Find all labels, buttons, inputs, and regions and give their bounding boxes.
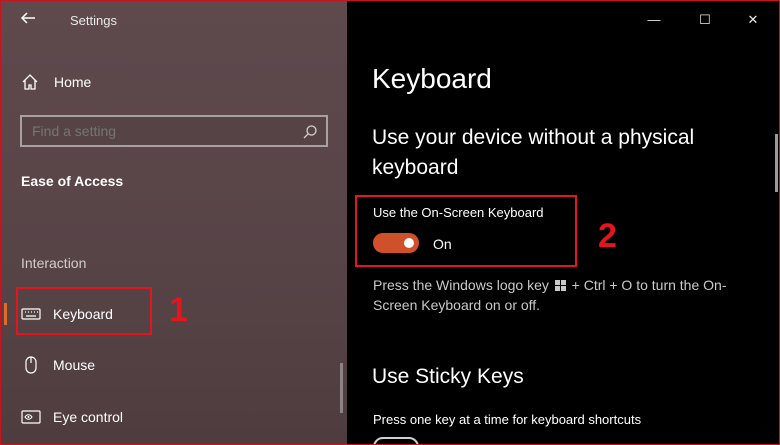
section-heading-sticky-keys: Use Sticky Keys [372, 365, 524, 388]
search-box[interactable] [20, 115, 328, 147]
section-title: Ease of Access [21, 173, 124, 189]
content-scrollbar[interactable] [775, 134, 778, 192]
section-heading-no-keyboard: Use your device without a physical keybo… [372, 126, 695, 179]
screenshot-frame: Settings Home Ease of Access Interaction… [0, 0, 780, 445]
home-label: Home [54, 74, 92, 90]
callout-number-1: 1 [169, 291, 188, 329]
search-icon[interactable] [302, 124, 318, 140]
callout-number-2: 2 [598, 217, 617, 255]
sidebar-scrollbar[interactable] [340, 363, 343, 413]
sidebar-item-home[interactable]: Home [21, 71, 91, 93]
close-icon[interactable]: ✕ [742, 9, 764, 31]
callout-box-keyboard [16, 287, 152, 335]
maximize-icon[interactable]: ☐ [694, 9, 716, 31]
search-input[interactable] [32, 123, 292, 139]
app-title: Settings [70, 13, 117, 28]
sidebar-item-label: Eye control [53, 409, 124, 425]
onscreen-keyboard-description: Press the Windows logo key + Ctrl + O to… [373, 275, 753, 315]
home-icon [21, 73, 39, 91]
sidebar-item-label: Mouse [53, 357, 96, 373]
windows-logo-icon [554, 276, 566, 291]
sidebar-item-mouse[interactable]: Mouse [1, 347, 347, 383]
callout-box-toggle [355, 195, 577, 267]
sticky-keys-label: Press one key at a time for keyboard sho… [373, 412, 642, 427]
title-bar: Settings [1, 1, 347, 41]
settings-sidebar: Settings Home Ease of Access Interaction… [1, 1, 347, 444]
eye-control-icon [21, 408, 41, 426]
group-label-interaction: Interaction [21, 255, 87, 271]
sticky-keys-toggle[interactable] [373, 437, 419, 444]
back-arrow-icon[interactable] [19, 9, 39, 29]
minimize-icon[interactable]: — [643, 9, 665, 31]
sidebar-item-eye-control[interactable]: Eye control [1, 399, 347, 435]
mouse-icon [21, 356, 41, 374]
page-title: Keyboard [372, 63, 492, 94]
main-content: — ☐ ✕ Keyboard Use your device without a… [347, 1, 779, 444]
description-text: Press the Windows logo key [373, 277, 549, 293]
